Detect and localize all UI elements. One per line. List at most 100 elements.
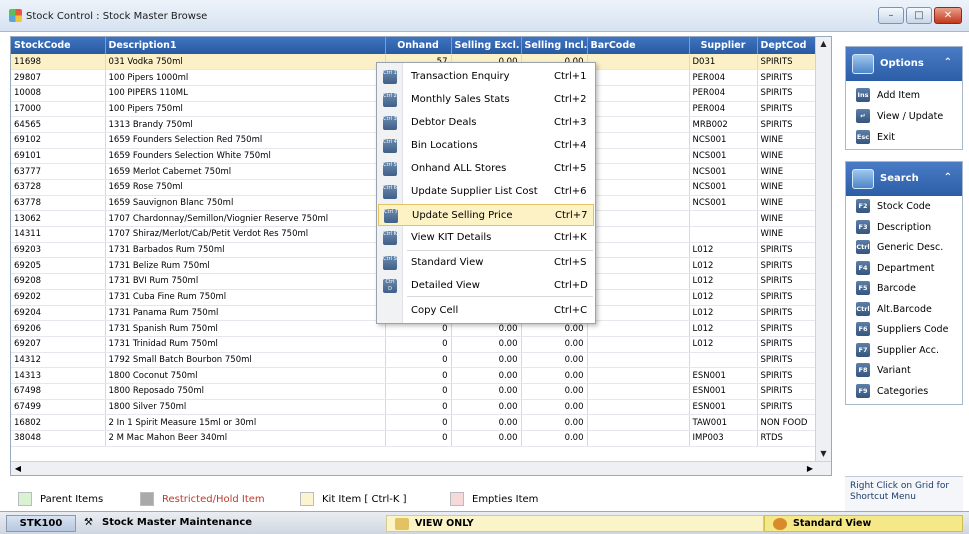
table-cell[interactable]: L012 (689, 336, 758, 353)
table-cell[interactable] (587, 289, 690, 306)
table-cell[interactable] (689, 226, 758, 243)
table-cell[interactable]: 17000 (11, 101, 106, 118)
table-cell[interactable]: 0 (385, 430, 452, 447)
table-cell[interactable]: 1659 Rose 750ml (105, 179, 386, 196)
table-cell[interactable]: ESN001 (689, 367, 758, 384)
table-cell[interactable]: 0.00 (451, 336, 522, 353)
table-cell[interactable]: 1659 Founders Selection White 750ml (105, 148, 386, 165)
table-cell[interactable] (587, 148, 690, 165)
table-cell[interactable] (587, 116, 690, 133)
table-cell[interactable]: L012 (689, 273, 758, 290)
table-cell[interactable]: 1731 Belize Rum 750ml (105, 257, 386, 275)
table-cell[interactable]: ESN001 (689, 383, 758, 400)
col-header-description[interactable]: Description1 (105, 37, 386, 54)
menu-item-onhand-all-stores[interactable]: Ctrl 5 Onhand ALL Stores Ctrl+5 (378, 158, 594, 180)
horizontal-scrollbar[interactable]: ◀ ▶ (11, 461, 831, 475)
scroll-down-icon[interactable]: ▼ (816, 447, 831, 461)
table-cell[interactable]: TAW001 (689, 414, 758, 431)
table-cell[interactable] (587, 132, 690, 149)
table-cell[interactable]: SPIRITS (757, 399, 816, 416)
table-cell[interactable]: L012 (689, 289, 758, 306)
table-cell[interactable]: 69205 (11, 257, 106, 275)
table-cell[interactable]: WINE (757, 195, 816, 212)
col-header-barcode[interactable]: BarCode (587, 37, 690, 54)
table-cell[interactable]: 14312 (11, 352, 106, 369)
table-cell[interactable]: WINE (757, 210, 816, 228)
table-cell[interactable]: 1800 Reposado 750ml (105, 383, 386, 400)
table-cell[interactable]: 0.00 (451, 383, 522, 400)
table-cell[interactable]: 1731 Spanish Rum 750ml (105, 320, 386, 337)
table-cell[interactable]: PER004 (689, 69, 758, 86)
table-cell[interactable]: SPIRITS (757, 383, 816, 400)
table-cell[interactable]: 0 (385, 414, 452, 431)
table-cell[interactable]: SPIRITS (757, 116, 816, 133)
table-cell[interactable]: 14311 (11, 226, 106, 243)
table-cell[interactable]: SPIRITS (757, 54, 816, 71)
table-cell[interactable]: 0.00 (451, 352, 522, 369)
menu-item-standard-view[interactable]: Ctrl S Standard View Ctrl+S (378, 252, 594, 274)
table-cell[interactable]: 100 PIPERS 110ML (105, 85, 386, 102)
table-cell[interactable]: NON FOOD (757, 414, 816, 431)
table-cell[interactable]: SPIRITS (757, 305, 816, 322)
table-cell[interactable]: 100 Pipers 750ml (105, 101, 386, 118)
table-row[interactable]: 69207 1731 Trinidad Rum 750ml 0 0.00 0.00 L01… (11, 336, 816, 353)
table-cell[interactable]: D031 (689, 54, 758, 71)
table-cell[interactable]: 0.00 (451, 367, 522, 384)
table-cell[interactable] (587, 85, 690, 102)
table-cell[interactable]: 29807 (11, 69, 106, 86)
table-cell[interactable]: 1707 Shiraz/Merlot/Cab/Petit Verdot Res … (105, 226, 386, 243)
table-cell[interactable]: L012 (689, 320, 758, 337)
table-cell[interactable]: NCS001 (689, 179, 758, 196)
table-cell[interactable] (587, 257, 690, 275)
vertical-scrollbar[interactable]: ▲ ▼ (815, 37, 831, 475)
scroll-up-icon[interactable]: ▲ (816, 37, 831, 51)
table-cell[interactable]: WINE (757, 226, 816, 243)
table-cell[interactable]: 0 (385, 383, 452, 400)
col-header-selling-excl[interactable]: Selling Excl. (451, 37, 522, 54)
col-header-deptcode[interactable]: DeptCod (757, 37, 816, 54)
table-cell[interactable]: 63777 (11, 163, 106, 180)
table-cell[interactable] (689, 352, 758, 369)
table-cell[interactable]: 0.00 (451, 399, 522, 416)
menu-item-bin-locations[interactable]: Ctrl 4 Bin Locations Ctrl+4 (378, 135, 594, 157)
table-row[interactable]: 14313 1800 Coconut 750ml 0 0.00 0.00 ESN001 SP… (11, 367, 816, 384)
minimize-button[interactable]: – (878, 7, 904, 24)
table-row[interactable]: 67499 1800 Silver 750ml 0 0.00 0.00 ESN001 SPI… (11, 399, 816, 416)
table-cell[interactable]: SPIRITS (757, 257, 816, 275)
table-cell[interactable] (587, 101, 690, 118)
table-cell[interactable] (587, 179, 690, 196)
table-cell[interactable]: 67498 (11, 383, 106, 400)
close-button[interactable]: ✕ (934, 7, 962, 24)
table-cell[interactable]: 1731 BVI Rum 750ml (105, 273, 386, 290)
table-cell[interactable]: RTDS (757, 430, 816, 447)
table-cell[interactable]: 0.00 (521, 336, 588, 353)
table-cell[interactable]: 69202 (11, 289, 106, 306)
menu-item-monthly-sales-stats[interactable]: Ctrl 2 Monthly Sales Stats Ctrl+2 (378, 89, 594, 111)
table-cell[interactable]: 0.00 (521, 430, 588, 447)
table-cell[interactable]: 1731 Barbados Rum 750ml (105, 242, 386, 259)
table-cell[interactable]: WINE (757, 163, 816, 180)
collapse-chevron-icon[interactable]: ⌃ (944, 57, 952, 68)
col-header-stockcode[interactable]: StockCode (11, 37, 106, 54)
table-cell[interactable]: WINE (757, 132, 816, 149)
table-cell[interactable]: SPIRITS (757, 320, 816, 337)
table-cell[interactable] (587, 383, 690, 400)
table-cell[interactable]: 0 (385, 399, 452, 416)
scroll-left-icon[interactable]: ◀ (11, 462, 25, 475)
table-row[interactable]: 38048 2 M Mac Mahon Beer 340ml 0 0.00 0.00 IM… (11, 430, 816, 447)
table-cell[interactable]: SPIRITS (757, 289, 816, 306)
table-cell[interactable]: 63778 (11, 195, 106, 212)
table-cell[interactable]: 0.00 (521, 352, 588, 369)
table-cell[interactable]: 2 M Mac Mahon Beer 340ml (105, 430, 386, 447)
menu-item-transaction-enquiry[interactable]: Ctrl 1 Transaction Enquiry Ctrl+1 (378, 66, 594, 88)
table-cell[interactable]: 10008 (11, 85, 106, 102)
table-cell[interactable]: 11698 (11, 54, 106, 71)
table-cell[interactable]: SPIRITS (757, 367, 816, 384)
table-cell[interactable]: NCS001 (689, 148, 758, 165)
table-cell[interactable]: 69203 (11, 242, 106, 259)
table-cell[interactable]: 1731 Cuba Fine Rum 750ml (105, 289, 386, 306)
table-cell[interactable]: SPIRITS (757, 85, 816, 102)
menu-item-detailed-view[interactable]: Ctrl D Detailed View Ctrl+D (378, 275, 594, 297)
table-cell[interactable]: PER004 (689, 101, 758, 118)
table-cell[interactable]: PER004 (689, 85, 758, 102)
